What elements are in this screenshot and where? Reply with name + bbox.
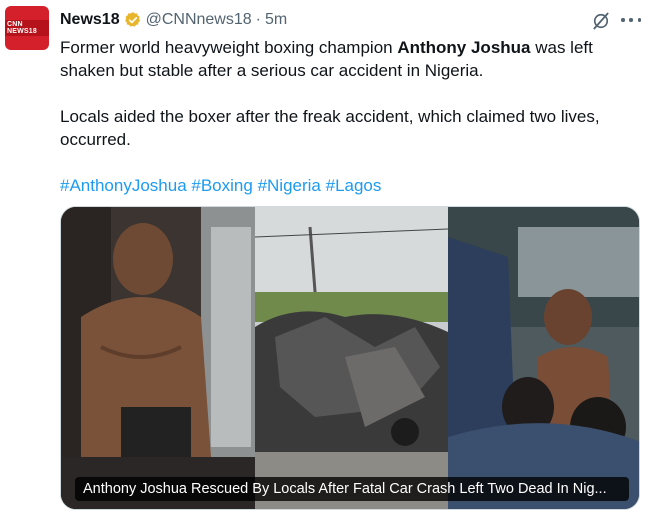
hashtag-link[interactable]: #Lagos — [326, 176, 382, 195]
media-panel-right — [448, 207, 639, 509]
media-panel-left — [61, 207, 255, 509]
tweet-paragraph-2: Locals aided the boxer after the freak a… — [60, 107, 600, 149]
verified-badge-icon — [124, 12, 140, 27]
avatar[interactable]: CNN NEWS18 — [5, 6, 49, 50]
media-caption: Anthony Joshua Rescued By Locals After F… — [75, 477, 629, 501]
hashtag-link[interactable]: #AnthonyJoshua — [60, 176, 187, 195]
more-dot — [629, 18, 633, 22]
hashtag-link[interactable]: #Nigeria — [258, 176, 321, 195]
timestamp[interactable]: 5m — [265, 11, 287, 29]
tweet-text: Former world heavyweight boxing champion… — [60, 36, 635, 197]
photo-car-wreck — [255, 207, 448, 509]
hashtag-link[interactable]: #Boxing — [191, 176, 252, 195]
tweet-paragraph-1: Former world heavyweight boxing champion… — [60, 36, 635, 82]
more-dot — [637, 18, 641, 22]
author-handle[interactable]: @CNNnews18 — [146, 11, 252, 29]
photo-man-in-car — [61, 207, 255, 509]
text-segment: Former world heavyweight boxing champion — [60, 38, 398, 57]
author-name[interactable]: News18 — [60, 11, 120, 29]
tweet[interactable]: CNN NEWS18 News18 @CNNnews18 · 5m Former… — [0, 0, 646, 518]
media-image[interactable]: Anthony Joshua Rescued By Locals After F… — [60, 206, 640, 510]
more-dot — [621, 18, 625, 22]
media-panel-middle — [255, 207, 448, 509]
hashtags: #AnthonyJoshua #Boxing #Nigeria #Lagos — [60, 174, 635, 197]
tweet-header: News18 @CNNnews18 · 5m — [60, 10, 287, 30]
photo-rescue — [448, 207, 639, 509]
avatar-logo-text: CNN NEWS18 — [5, 20, 49, 36]
separator-dot: · — [255, 11, 261, 28]
grok-icon[interactable] — [591, 11, 611, 31]
more-icon[interactable] — [621, 10, 641, 30]
bold-name: Anthony Joshua — [397, 38, 531, 57]
